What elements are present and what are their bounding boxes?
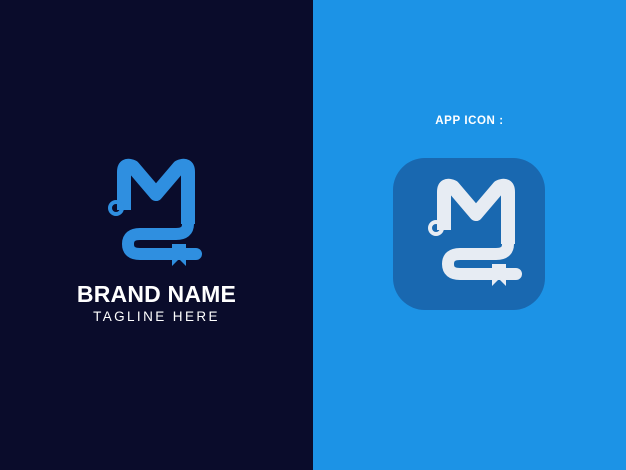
- brand-name: BRAND NAME: [76, 281, 237, 307]
- app-icon-label: APP ICON :: [435, 115, 504, 127]
- mc-book-monogram-icon: [106, 158, 206, 270]
- mc-book-monogram-icon: [426, 178, 526, 290]
- brand-tagline: TAGLINE HERE: [93, 309, 220, 324]
- app-icon: [393, 158, 545, 310]
